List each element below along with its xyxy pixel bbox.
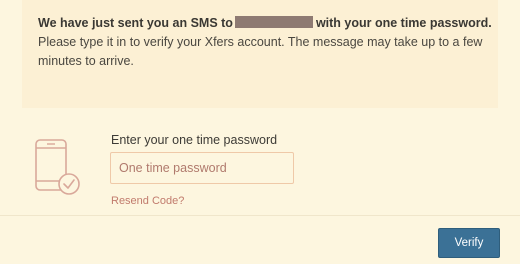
otp-label: Enter your one time password xyxy=(111,133,278,147)
phone-check-icon xyxy=(35,139,80,195)
redacted-phone-number xyxy=(234,16,313,28)
otp-verification-page: We have just sent you an SMS to with your… xyxy=(0,0,520,264)
sms-instructions: Please type it in to verify your Xfers a… xyxy=(38,35,483,68)
sms-sent-suffix: with your one time password. xyxy=(315,16,492,30)
divider xyxy=(0,215,520,216)
sms-notice-text: We have just sent you an SMS to with your… xyxy=(38,14,498,71)
verify-button[interactable]: Verify xyxy=(438,228,500,258)
sms-sent-text: We have just sent you an SMS to xyxy=(38,16,233,30)
resend-code-link[interactable]: Resend Code? xyxy=(111,195,184,207)
otp-input[interactable] xyxy=(110,152,294,184)
